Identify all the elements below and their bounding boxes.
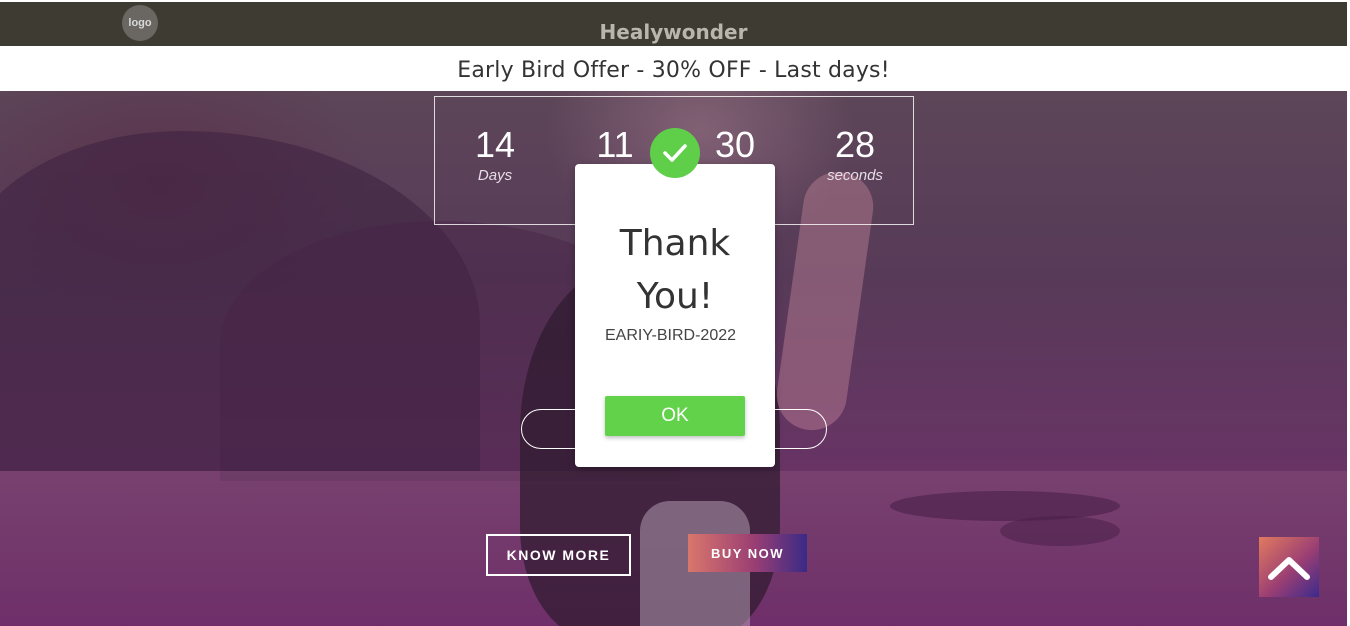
countdown-days-label: Days xyxy=(477,167,513,184)
dialog-title: Thank You! xyxy=(575,217,775,323)
offer-banner: Early Bird Offer - 30% OFF - Last days! xyxy=(0,46,1347,91)
ok-button[interactable]: OK xyxy=(605,396,745,436)
check-icon xyxy=(663,144,687,162)
know-more-button[interactable]: KNOW MORE xyxy=(486,534,631,576)
success-badge xyxy=(650,128,700,178)
scroll-to-top-button[interactable] xyxy=(1259,537,1319,597)
top-bar: logo Healywonder xyxy=(0,2,1347,46)
countdown-seconds-value: 28 xyxy=(834,124,876,165)
countdown-seconds-label: seconds xyxy=(827,167,883,184)
offer-text: Early Bird Offer - 30% OFF - Last days! xyxy=(457,58,890,83)
countdown-days: 14 Days xyxy=(435,124,555,185)
dialog-title-text: Thank You! xyxy=(619,223,731,317)
countdown-seconds: 28 seconds xyxy=(795,124,915,185)
thank-you-dialog: Thank You! EARIY-BIRD-2022 OK xyxy=(575,164,775,467)
brand-name: Healywonder xyxy=(599,20,748,44)
buy-now-button[interactable]: BUY NOW xyxy=(688,534,807,572)
countdown-days-value: 14 xyxy=(474,124,516,165)
hero-rock xyxy=(1000,516,1120,546)
chevron-up-icon xyxy=(1268,557,1310,580)
coupon-code: EARIY-BIRD-2022 xyxy=(605,327,737,344)
